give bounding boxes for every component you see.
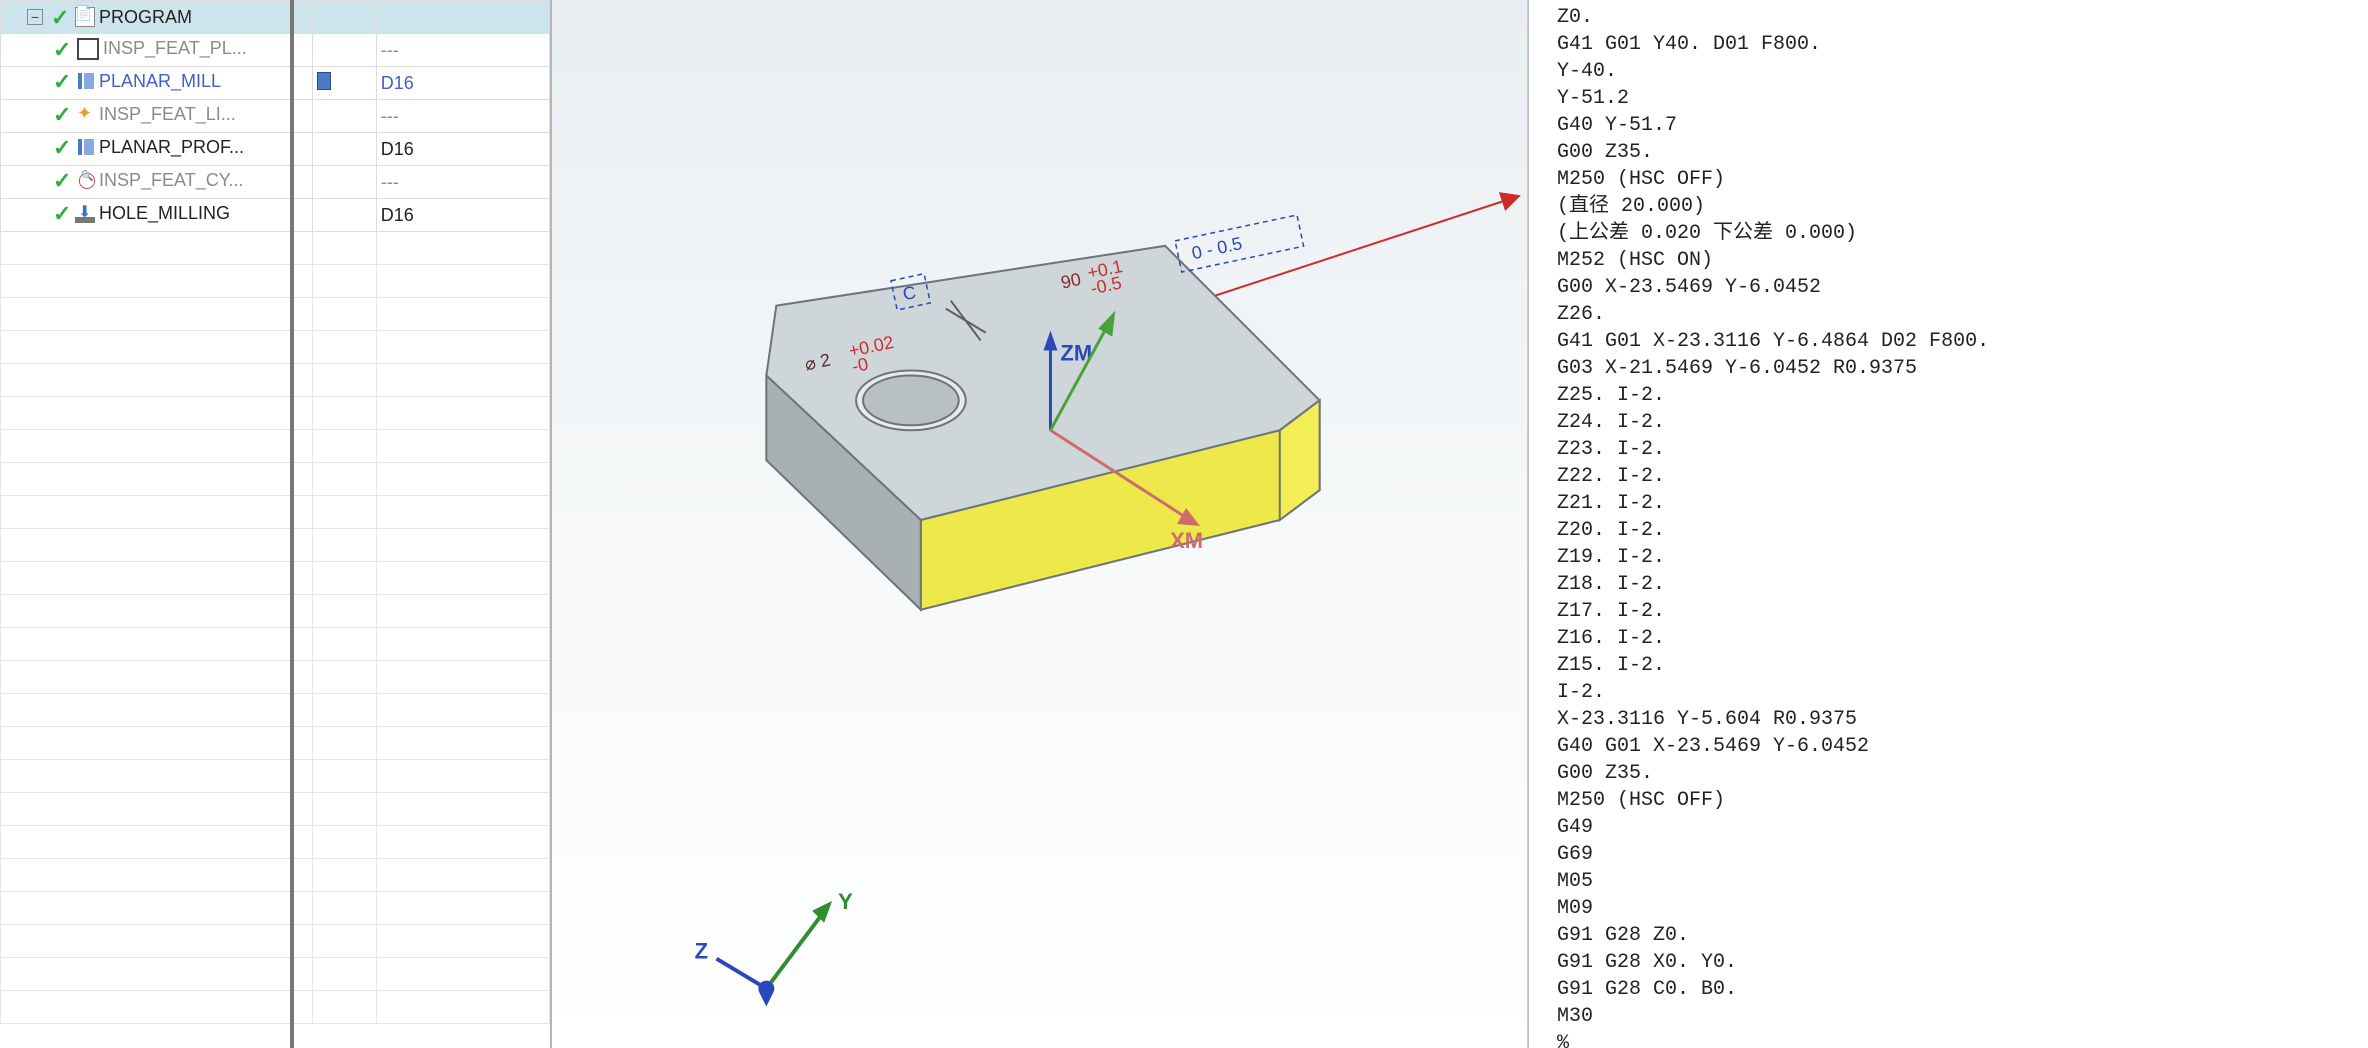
hole-mill-icon (77, 204, 95, 222)
blank-row (1, 859, 550, 892)
check-icon (53, 40, 71, 58)
check-icon (53, 171, 71, 189)
toolpath-icon (317, 72, 331, 90)
blank-row (1, 430, 550, 463)
triad-y: Y (838, 889, 853, 914)
blank-row (1, 925, 550, 958)
tree-item-tool[interactable]: D16 (381, 73, 414, 93)
check-icon (53, 138, 71, 156)
tree-item-label: INSP_FEAT_CY... (99, 170, 243, 191)
triad-z: Z (695, 939, 708, 964)
part-solid (766, 246, 1319, 610)
blank-row (1, 661, 550, 694)
world-triad: Y Z X (695, 889, 854, 1007)
tree-row[interactable]: INSP_FEAT_PL... --- (1, 34, 550, 67)
blank-row (1, 397, 550, 430)
check-icon (51, 8, 69, 26)
check-icon (53, 72, 71, 90)
insp-cyl-icon (77, 171, 95, 189)
blank-row (1, 760, 550, 793)
dim-90: 90 (1059, 269, 1083, 293)
blank-row (1, 991, 550, 1024)
blank-row (1, 595, 550, 628)
program-icon (75, 7, 95, 27)
collapse-icon[interactable]: − (27, 9, 43, 25)
blank-row (1, 628, 550, 661)
blank-row (1, 463, 550, 496)
tree-item-tool: D16 (381, 205, 414, 225)
blank-row (1, 562, 550, 595)
tree-item-tool: --- (381, 106, 399, 126)
tree-item-label: INSP_FEAT_PL... (103, 38, 247, 59)
blank-row (1, 892, 550, 925)
insp-plane-icon (77, 38, 99, 60)
mill-icon (77, 72, 95, 90)
dim-callout-top: 0 - 0.5 (1175, 215, 1304, 272)
blank-row (1, 298, 550, 331)
tree-item-tool: --- (381, 172, 399, 192)
tree-row[interactable]: INSP_FEAT_LI... --- (1, 100, 550, 133)
tree-root-row[interactable]: − PROGRAM (1, 1, 550, 34)
tree-item-label: HOLE_MILLING (99, 203, 230, 224)
tree-item-label: PLANAR_PROF... (99, 137, 244, 158)
blank-row (1, 496, 550, 529)
blank-row (1, 958, 550, 991)
dim-box-label: 0 - 0.5 (1190, 233, 1244, 263)
blank-row (1, 793, 550, 826)
program-tree-table[interactable]: − PROGRAM INSP_FEAT_PL... --- (0, 0, 550, 1024)
tree-row[interactable]: PLANAR_PROF... D16 (1, 133, 550, 166)
tree-item-tool: --- (381, 40, 399, 60)
tree-row[interactable]: HOLE_MILLING D16 (1, 199, 550, 232)
check-icon (53, 204, 71, 222)
check-icon (53, 105, 71, 123)
blank-row (1, 364, 550, 397)
blank-row (1, 529, 550, 562)
operation-navigator[interactable]: − PROGRAM INSP_FEAT_PL... --- (0, 0, 552, 1048)
tree-row[interactable]: INSP_FEAT_CY... --- (1, 166, 550, 199)
tree-item-label[interactable]: PLANAR_MILL (99, 71, 221, 92)
blank-row (1, 331, 550, 364)
blank-row (1, 265, 550, 298)
program-root-label: PROGRAM (99, 7, 192, 28)
mill-icon (77, 138, 95, 156)
viewport-svg: ZM XM 0 - 0.5 C 90 +0.1 (552, 0, 1527, 1048)
graphics-viewport[interactable]: ZM XM 0 - 0.5 C 90 +0.1 (552, 0, 1528, 1048)
blank-row (1, 232, 550, 265)
blank-row (1, 727, 550, 760)
blank-row (1, 826, 550, 859)
axis-xm-label: XM (1170, 528, 1203, 553)
tree-item-tool: D16 (381, 139, 414, 159)
column-resize-handle[interactable] (290, 0, 294, 1048)
blank-row (1, 694, 550, 727)
tree-item-label: INSP_FEAT_LI... (99, 104, 236, 125)
nc-code-listing[interactable]: Z0. G41 G01 Y40. D01 F800. Y-40. Y-51.2 … (1557, 4, 2348, 1048)
tree-row[interactable]: PLANAR_MILL D16 (1, 67, 550, 100)
insp-line-icon (77, 105, 95, 123)
app-root: − PROGRAM INSP_FEAT_PL... --- (0, 0, 2368, 1048)
nc-code-panel[interactable]: Z0. G41 G01 Y40. D01 F800. Y-40. Y-51.2 … (1528, 0, 2368, 1048)
